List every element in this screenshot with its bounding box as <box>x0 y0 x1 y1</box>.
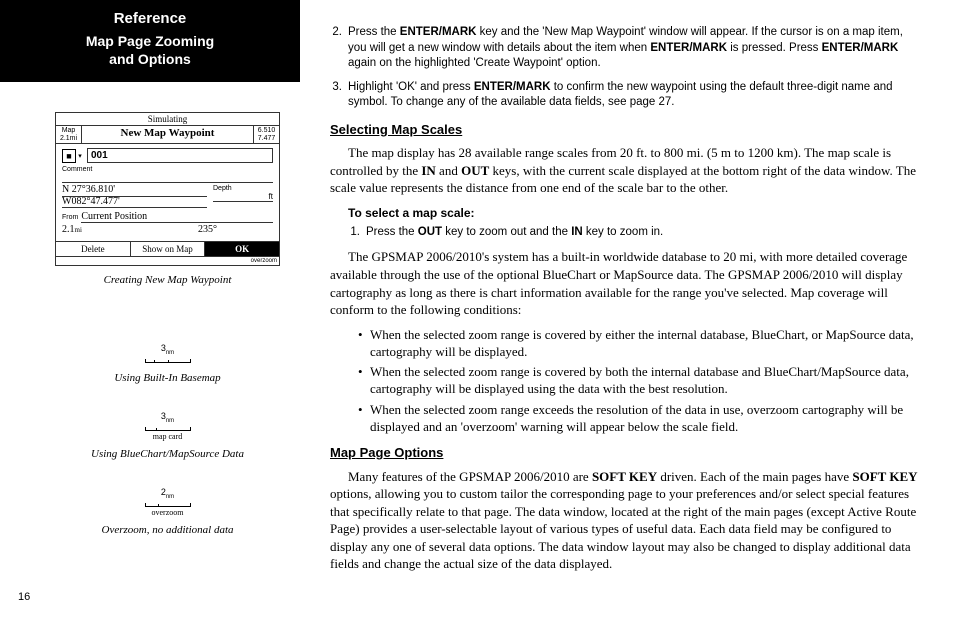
waypoint-dialog-figure: Simulating Map 2.1mi New Map Waypoint 6.… <box>55 112 280 266</box>
scale-basemap: 3nm Using Built-In Basemap <box>55 344 280 384</box>
dialog-title: New Map Waypoint <box>82 126 253 143</box>
mapcard-label: map card <box>145 433 191 441</box>
coord-lon: W082°47.477' <box>62 197 207 209</box>
scale2-caption: Using BlueChart/MapSource Data <box>55 448 280 460</box>
fig-left-meta: Map 2.1mi <box>56 126 82 143</box>
figure1-caption: Creating New Map Waypoint <box>55 274 280 286</box>
to-select-scale-heading: To select a map scale: <box>348 205 924 221</box>
header-title: Reference <box>20 10 280 27</box>
waypoint-name: 001 <box>87 148 273 163</box>
from-label: From <box>62 214 78 221</box>
overzoom-status: overzoom <box>56 256 279 265</box>
comment-label: Comment <box>62 166 273 173</box>
section-header: Reference Map Page Zooming and Options <box>0 0 300 82</box>
bearing-value: 235° <box>142 224 273 235</box>
depth-label: Depth <box>213 185 273 192</box>
bullet-2: When the selected zoom range is covered … <box>358 364 924 398</box>
comment-field <box>62 173 273 183</box>
header-subtitle: Map Page Zooming and Options <box>20 33 280 68</box>
ok-button: OK <box>205 242 279 256</box>
options-para: Many features of the GPSMAP 2006/2010 ar… <box>330 468 924 573</box>
dropdown-icon: ▾ <box>76 152 84 160</box>
fig-right-meta: 6.510 7.477 <box>253 126 279 143</box>
scale3-caption: Overzoom, no additional data <box>55 524 280 536</box>
scale-mapcard: 3nm map card Using BlueChart/MapSource D… <box>55 412 280 460</box>
page-number: 16 <box>18 591 30 603</box>
scale-overzoom: 2nm overzoom Overzoom, no additional dat… <box>55 488 280 536</box>
overzoom-label: overzoom <box>145 509 191 517</box>
select-scale-step1: 1. Press the OUT key to zoom out and the… <box>348 225 924 241</box>
from-value: Current Position <box>81 211 273 223</box>
step-2: 2. Press the ENTER/MARK key and the 'New… <box>330 25 924 72</box>
step-3: 3. Highlight 'OK' and press ENTER/MARK t… <box>330 80 924 111</box>
system-para: The GPSMAP 2006/2010's system has a buil… <box>330 248 924 318</box>
delete-button: Delete <box>56 242 131 256</box>
waypoint-symbol: ■ <box>62 149 76 163</box>
section-selecting-scales: Selecting Map Scales <box>330 121 924 139</box>
scales-para: The map display has 28 available range s… <box>330 144 924 197</box>
show-on-map-button: Show on Map <box>131 242 206 256</box>
sim-label: Simulating <box>56 113 279 126</box>
distance-value: 2.1mi <box>62 224 142 235</box>
scale1-caption: Using Built-In Basemap <box>55 372 280 384</box>
section-map-page-options: Map Page Options <box>330 444 924 462</box>
bullet-3: When the selected zoom range exceeds the… <box>358 402 924 436</box>
depth-value: ft <box>213 192 273 202</box>
bullet-1: When the selected zoom range is covered … <box>358 327 924 361</box>
